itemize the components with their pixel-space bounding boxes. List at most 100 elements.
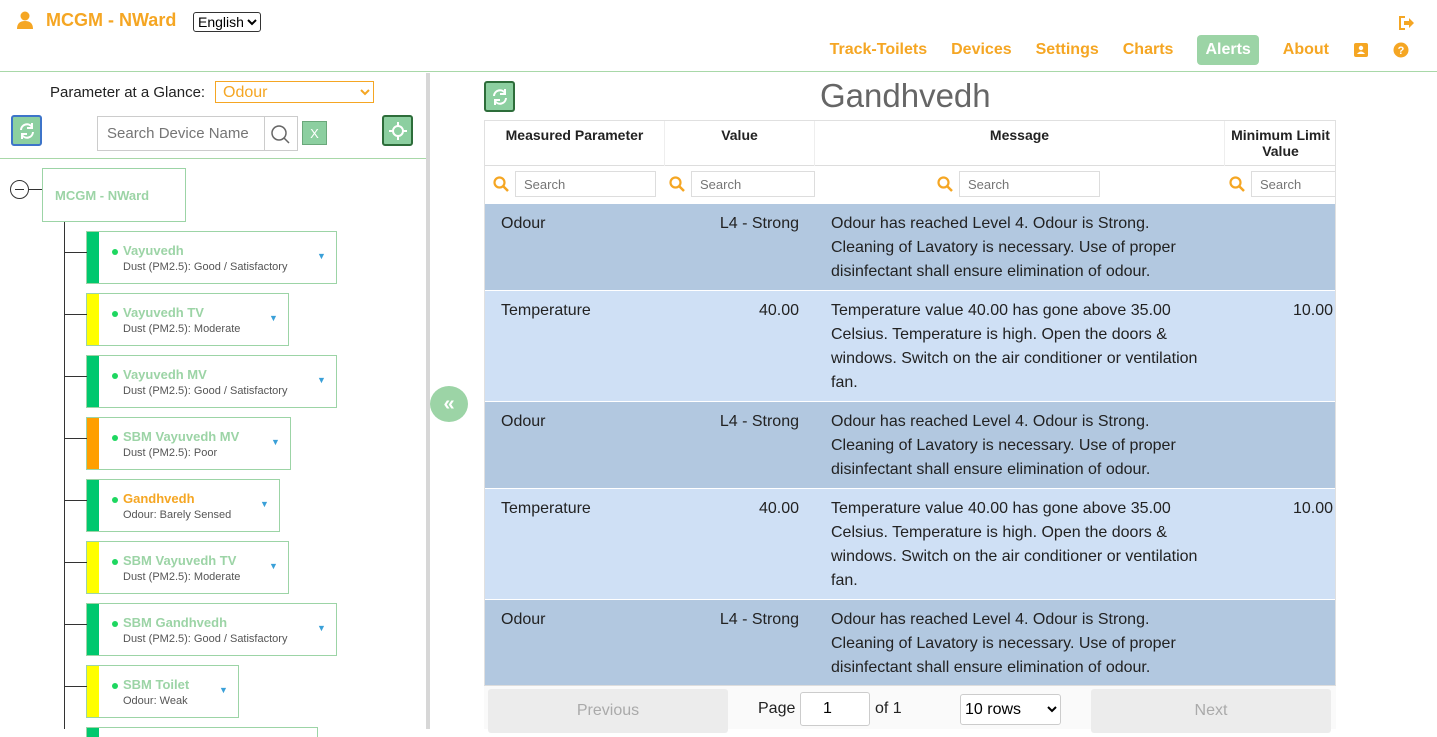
cell-parameter: Temperature [501, 500, 591, 517]
app-header: MCGM - NWard English Track-Toilets Devic… [0, 0, 1437, 72]
previous-button[interactable]: Previous [488, 689, 728, 733]
nav-alerts[interactable]: Alerts [1197, 35, 1259, 65]
cell-value: 40.00 [758, 500, 799, 517]
table-row[interactable]: Odour L4 - Strong Odour has reached Leve… [485, 402, 1335, 489]
dropdown-caret-icon[interactable]: ▼ [317, 623, 326, 633]
clear-search-button[interactable]: X [302, 121, 327, 145]
tree-connector [29, 189, 42, 190]
table-body: Odour L4 - Strong Odour has reached Leve… [485, 204, 1335, 687]
filter-value [669, 171, 815, 197]
tree-connector [65, 438, 87, 439]
refresh-alerts-button[interactable] [484, 81, 515, 112]
device-card-vayuvedh-tv[interactable]: Vayuvedh TV Dust (PM2.5): Moderate ▼ [65, 293, 289, 346]
nav-devices[interactable]: Devices [951, 41, 1012, 59]
page-label: Page [758, 700, 796, 717]
locate-button[interactable] [382, 115, 413, 146]
table-row[interactable]: Temperature 40.00 Temperature value 40.0… [485, 489, 1335, 600]
column-header-measured-parameter[interactable]: Measured Parameter [485, 121, 665, 166]
rows-per-page-select[interactable]: 10 rows [960, 694, 1061, 725]
device-card-sbm-gandhvedh[interactable]: SBM Gandhvedh Dust (PM2.5): Good / Satis… [65, 603, 337, 656]
filter-input[interactable] [959, 171, 1100, 197]
refresh-tree-button[interactable] [11, 115, 42, 146]
status-color-bar [87, 356, 99, 407]
device-card-sbm-vayuvedh-tv[interactable]: SBM Vayuvedh TV Dust (PM2.5): Moderate ▼ [65, 541, 289, 594]
device-status: Dust (PM2.5): Good / Satisfactory [123, 633, 288, 645]
dropdown-caret-icon[interactable]: ▼ [271, 437, 280, 447]
online-dot [112, 497, 118, 503]
search-icon [937, 176, 953, 192]
cell-value: 40.00 [758, 302, 799, 319]
tree-connector [65, 376, 87, 377]
device-name: SBM Gandhvedh [123, 615, 228, 630]
device-status: Odour: Weak [123, 695, 188, 707]
collapse-tree-icon[interactable] [10, 180, 29, 199]
status-color-bar [87, 542, 99, 593]
cell-minimum: 10.00 [1292, 302, 1333, 319]
device-card-sbm-vayuvedh-mv[interactable]: SBM Vayuvedh MV Dust (PM2.5): Poor ▼ [65, 417, 291, 470]
next-button[interactable]: Next [1091, 689, 1331, 733]
nav-about[interactable]: About [1283, 41, 1329, 59]
filter-input[interactable] [1251, 171, 1335, 197]
dropdown-caret-icon[interactable]: ▼ [269, 313, 278, 323]
main-nav: Track-Toilets Devices Settings Charts Al… [806, 35, 1409, 65]
device-name: Vayuvedh MV [123, 367, 207, 382]
cell-minimum: 10.00 [1292, 500, 1333, 517]
svg-text:?: ? [1398, 45, 1405, 57]
cell-message: Temperature value 40.00 has gone above 3… [831, 302, 1198, 391]
status-color-bar [87, 728, 99, 737]
column-header-message[interactable]: Message [815, 121, 1225, 166]
filter-row [485, 166, 1335, 203]
page-total: of 1 [875, 700, 902, 717]
status-color-bar [87, 232, 99, 283]
device-card-gandhvedh[interactable]: Gandhvedh Odour: Barely Sensed ▼ [65, 479, 280, 532]
filter-input[interactable] [515, 171, 656, 197]
search-icon[interactable] [265, 123, 295, 145]
column-header-value[interactable]: Value [665, 121, 815, 166]
online-dot [112, 435, 118, 441]
device-card-vayuvedh[interactable]: Vayuvedh Dust (PM2.5): Good / Satisfacto… [65, 231, 337, 284]
table-row[interactable]: Odour L4 - Strong Odour has reached Leve… [485, 600, 1335, 687]
divider [0, 158, 426, 159]
device-name: SBM Toilet [123, 677, 190, 692]
cell-value: L4 - Strong [719, 611, 799, 628]
search-icon [1229, 176, 1245, 192]
cell-value: L4 - Strong [719, 215, 799, 232]
tree-connector [65, 562, 87, 563]
device-name: Gandhvedh [123, 491, 195, 506]
logout-icon[interactable] [1397, 14, 1415, 32]
status-color-bar [87, 604, 99, 655]
status-color-bar [87, 294, 99, 345]
collapse-panel-button[interactable]: « [430, 386, 468, 422]
dropdown-caret-icon[interactable]: ▼ [219, 685, 228, 695]
page-number-input[interactable] [800, 692, 870, 726]
parameter-select[interactable]: Odour [215, 81, 374, 103]
help-icon[interactable]: ? [1393, 42, 1409, 58]
dropdown-caret-icon[interactable]: ▼ [260, 499, 269, 509]
device-search-input[interactable] [98, 117, 264, 150]
language-select[interactable]: English [193, 12, 261, 32]
nav-settings[interactable]: Settings [1036, 41, 1099, 59]
online-dot [112, 683, 118, 689]
dropdown-caret-icon[interactable]: ▼ [317, 251, 326, 261]
user-icon[interactable] [16, 11, 36, 31]
profile-card-icon[interactable] [1353, 42, 1369, 58]
dropdown-caret-icon[interactable]: ▼ [317, 375, 326, 385]
table-row[interactable]: Temperature 40.00 Temperature value 40.0… [485, 291, 1335, 402]
crosshair-icon [388, 121, 407, 140]
tree-root-node[interactable]: MCGM - NWard [42, 168, 186, 222]
nav-track-toilets[interactable]: Track-Toilets [830, 41, 928, 59]
device-status: Dust (PM2.5): Moderate [123, 571, 241, 583]
brand: MCGM - NWard [16, 10, 176, 31]
online-dot [112, 373, 118, 379]
filter-input[interactable] [691, 171, 815, 197]
cell-message: Temperature value 40.00 has gone above 3… [831, 500, 1198, 589]
device-tree-panel: Parameter at a Glance: Odour X MCGM - N [0, 73, 426, 737]
device-card-sbm-toilet[interactable]: SBM Toilet Odour: Weak ▼ [65, 665, 239, 718]
device-card-vayuvedh-mv[interactable]: Vayuvedh MV Dust (PM2.5): Good / Satisfa… [65, 355, 337, 408]
tree-connector [65, 252, 87, 253]
nav-charts[interactable]: Charts [1123, 41, 1174, 59]
table-row[interactable]: Odour L4 - Strong Odour has reached Leve… [485, 204, 1335, 291]
column-header-minimum-limit[interactable]: Minimum Limit Value [1225, 121, 1335, 166]
dropdown-caret-icon[interactable]: ▼ [269, 561, 278, 571]
device-name: Vayuvedh TV [123, 305, 204, 320]
